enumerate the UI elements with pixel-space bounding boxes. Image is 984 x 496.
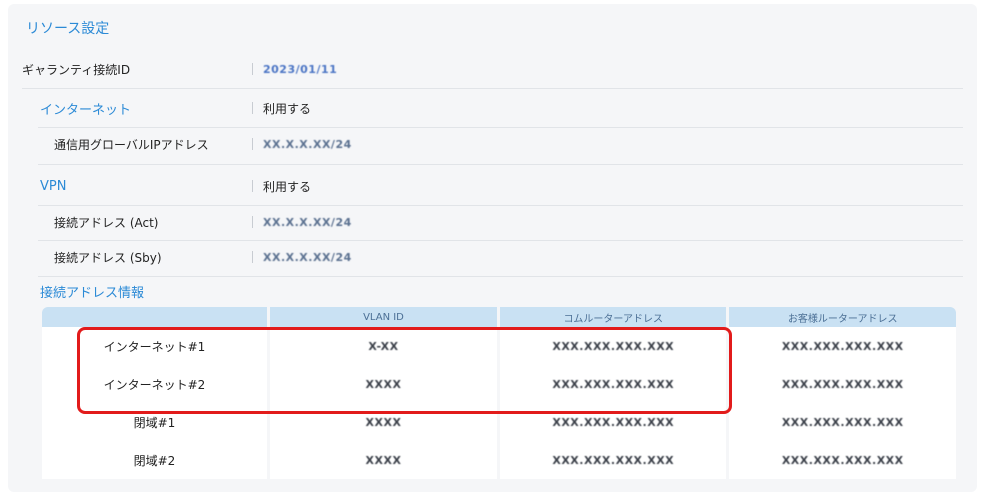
sby-address-label: 接続アドレス (Sby)	[54, 250, 162, 265]
connection-info-heading-row: 接続アドレス情報	[22, 273, 963, 309]
row-name: 閉域#2	[42, 441, 267, 479]
row-name: インターネット#2	[42, 365, 267, 403]
row-com-router: XXX.XXX.XXX.XXX	[500, 365, 727, 403]
separator	[252, 180, 253, 192]
connection-info-heading: 接続アドレス情報	[40, 285, 145, 301]
separator	[252, 216, 253, 228]
act-address-label: 接続アドレス (Act)	[54, 215, 159, 230]
separator	[252, 63, 253, 75]
sby-address-value: XX.X.X.XX/24	[263, 250, 352, 264]
global-ip-row: 通信用グローバルIPアドレス XX.X.X.XX/24	[22, 126, 963, 162]
divider	[22, 88, 963, 89]
internet-heading: インターネット	[40, 102, 132, 118]
row-com-router: XXX.XXX.XXX.XXX	[500, 327, 727, 365]
column-header-vlan-id: VLAN ID	[269, 307, 498, 327]
row-vlan-id: XXXX	[269, 403, 498, 441]
connection-address-table: VLAN ID コムルーターアドレス お客様ルーターアドレス インターネット#1…	[39, 307, 959, 479]
row-customer-router: XXX.XXX.XXX.XXX	[729, 327, 956, 365]
row-customer-router: XXX.XXX.XXX.XXX	[729, 441, 956, 479]
table-row: インターネット#1 X-XX XXX.XXX.XXX.XXX XXX.XXX.X…	[42, 327, 956, 365]
separator	[252, 102, 253, 114]
guarantee-id-row: ギャランティ接続ID 2023/01/11	[22, 51, 963, 87]
com-router-value: XXX.XXX.XXX.XXX	[552, 340, 675, 353]
guarantee-id-value: 2023/01/11	[263, 62, 338, 76]
customer-router-value: XXX.XXX.XXX.XXX	[781, 416, 904, 429]
vlan-id-value: XXXX	[365, 416, 402, 429]
table-row: インターネット#2 XXXX XXX.XXX.XXX.XXX XXX.XXX.X…	[42, 365, 956, 403]
column-header-name	[42, 307, 267, 327]
row-name: 閉域#1	[42, 403, 267, 441]
com-router-value: XXX.XXX.XXX.XXX	[552, 378, 675, 391]
vlan-id-value: XXXX	[365, 378, 402, 391]
row-com-router: XXX.XXX.XXX.XXX	[500, 403, 727, 441]
row-vlan-id: XXXX	[269, 441, 498, 479]
row-name: インターネット#1	[42, 327, 267, 365]
row-vlan-id: X-XX	[269, 327, 498, 365]
vpn-status: 利用する	[263, 179, 312, 194]
internet-row: インターネット 利用する	[22, 90, 963, 126]
column-header-com-router: コムルーターアドレス	[500, 307, 727, 327]
customer-router-value: XXX.XXX.XXX.XXX	[781, 340, 904, 353]
row-customer-router: XXX.XXX.XXX.XXX	[729, 403, 956, 441]
global-ip-value: XX.X.X.XX/24	[263, 137, 352, 151]
act-address-value: XX.X.X.XX/24	[263, 215, 352, 229]
separator	[252, 138, 253, 150]
row-com-router: XXX.XXX.XXX.XXX	[500, 441, 727, 479]
separator	[252, 251, 253, 263]
sby-address-row: 接続アドレス (Sby) XX.X.X.XX/24	[22, 239, 963, 275]
vlan-id-value: XXXX	[365, 454, 402, 467]
vpn-heading: VPN	[40, 178, 67, 194]
section-title: リソース設定	[26, 21, 110, 37]
table-header-row: VLAN ID コムルーターアドレス お客様ルーターアドレス	[42, 307, 956, 327]
vpn-row: VPN 利用する	[22, 168, 963, 204]
row-vlan-id: XXXX	[269, 365, 498, 403]
global-ip-label: 通信用グローバルIPアドレス	[54, 137, 209, 152]
table-row: 閉域#1 XXXX XXX.XXX.XXX.XXX XXX.XXX.XXX.XX…	[42, 403, 956, 441]
table-row: 閉域#2 XXXX XXX.XXX.XXX.XXX XXX.XXX.XXX.XX…	[42, 441, 956, 479]
customer-router-value: XXX.XXX.XXX.XXX	[781, 378, 904, 391]
column-header-customer-router: お客様ルーターアドレス	[729, 307, 956, 327]
customer-router-value: XXX.XXX.XXX.XXX	[781, 454, 904, 467]
act-address-row: 接続アドレス (Act) XX.X.X.XX/24	[22, 204, 963, 240]
vlan-id-value: X-XX	[368, 340, 399, 353]
divider	[38, 164, 963, 165]
com-router-value: XXX.XXX.XXX.XXX	[552, 416, 675, 429]
row-customer-router: XXX.XXX.XXX.XXX	[729, 365, 956, 403]
guarantee-id-label: ギャランティ接続ID	[22, 62, 131, 77]
internet-status: 利用する	[263, 101, 312, 116]
com-router-value: XXX.XXX.XXX.XXX	[552, 454, 675, 467]
